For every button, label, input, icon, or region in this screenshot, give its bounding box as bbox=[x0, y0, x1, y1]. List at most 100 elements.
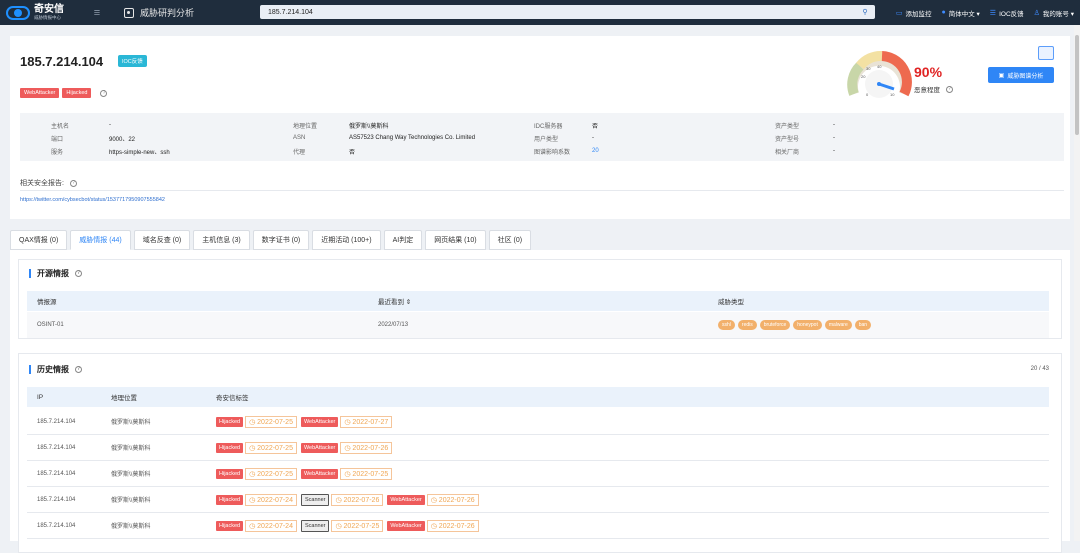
history-table-header: IP 地理位置 奇安信标签 bbox=[27, 387, 1049, 407]
tab-content: 开源情报 ? 情报源 最近看到 ⇕ 威胁类型 OSINT-01 2022/07/… bbox=[10, 250, 1070, 553]
help-icon[interactable]: ? bbox=[946, 85, 953, 93]
security-report-link[interactable]: https://twitter.com/cybsecbot/status/153… bbox=[20, 197, 165, 203]
history-tag[interactable]: Hijacked ◷ 2022-07-25 bbox=[216, 467, 297, 480]
help-icon[interactable]: ? bbox=[75, 270, 82, 277]
globe-icon: ● bbox=[941, 9, 946, 16]
threat-type-tag[interactable]: bruteforce bbox=[759, 320, 791, 330]
threat-type-tag[interactable]: redis bbox=[737, 320, 757, 330]
history-tag[interactable]: WebAttacker ◷ 2022-07-26 bbox=[387, 493, 479, 506]
tag-date: ◷ 2022-07-24 bbox=[245, 519, 297, 532]
threat-type-tag[interactable]: ban bbox=[854, 320, 872, 330]
tag-label: Hijacked bbox=[216, 416, 244, 427]
history-tag[interactable]: Scanner ◷ 2022-07-26 bbox=[300, 493, 384, 506]
threat-type-tag[interactable]: sshl bbox=[718, 320, 735, 330]
tag-label: WebAttacker bbox=[300, 468, 339, 479]
history-tag[interactable]: Hijacked ◷ 2022-07-24 bbox=[216, 493, 297, 506]
tag-date: ◷ 2022-07-25 bbox=[245, 467, 297, 480]
logo-icon bbox=[6, 5, 30, 20]
info-column: 地理位置 俄罗斯\\莫斯科 ASN AS57523 Chang Way Techno… bbox=[293, 123, 476, 156]
add-monitor-button[interactable]: ▭ 添加监控 bbox=[896, 8, 932, 18]
tag-date: ◷ 2022-07-25 bbox=[245, 441, 297, 454]
history-tag[interactable]: Hijacked ◷ 2022-07-24 bbox=[216, 519, 297, 532]
search-icon[interactable]: ⚲ bbox=[855, 5, 875, 19]
ioc-feedback-button[interactable]: ☰ IOC反馈 bbox=[990, 8, 1024, 18]
threat-type-tag[interactable]: honeypot bbox=[793, 320, 822, 330]
scrollbar[interactable] bbox=[1074, 25, 1080, 541]
tag-date-value: 2022-07-25 bbox=[257, 444, 293, 452]
tab-web-results[interactable]: 网页结果 (10) bbox=[425, 230, 486, 250]
ip-cell: 185.7.214.104 bbox=[37, 418, 76, 425]
ip-cell: 185.7.214.104 bbox=[37, 496, 76, 503]
history-tag[interactable]: WebAttacker ◷ 2022-07-27 bbox=[300, 415, 393, 428]
tag-date: ◷ 2022-07-27 bbox=[340, 415, 393, 428]
clock-icon: ◷ bbox=[249, 444, 258, 452]
tab-certificates[interactable]: 数字证书 (0) bbox=[252, 230, 310, 250]
open-intel-section: 开源情报 ? 情报源 最近看到 ⇕ 威胁类型 OSINT-01 2022/07/… bbox=[18, 259, 1062, 339]
history-counter: 20 / 43 bbox=[1030, 366, 1049, 372]
tags-cell: Hijacked ◷ 2022-07-25 WebAttacker ◷ 2022-07… bbox=[216, 467, 396, 480]
table-row: 185.7.214.104 俄罗斯\\莫斯科 Hijacked ◷ 2022-07-2… bbox=[27, 461, 1049, 487]
tag-date: ◷ 2022-07-25 bbox=[340, 467, 393, 480]
tag-webattacker[interactable]: WebAttacker bbox=[20, 88, 60, 98]
language-dropdown[interactable]: ● 简体中文 ▾ bbox=[941, 8, 979, 18]
tab-domain-reverse[interactable]: 域名反查 (0) bbox=[133, 230, 191, 250]
tag-label: Hijacked bbox=[216, 442, 244, 453]
account-dropdown[interactable]: ♙ 我的账号 ▾ bbox=[1034, 8, 1074, 18]
column-header-sortable[interactable]: 最近看到 ⇕ bbox=[378, 296, 411, 306]
threat-graph-analysis-button[interactable]: ▣ 威胁图谱分析 bbox=[988, 67, 1054, 83]
clock-icon: ◷ bbox=[249, 496, 258, 504]
history-tag[interactable]: WebAttacker ◷ 2022-07-26 bbox=[300, 441, 393, 454]
clock-icon: ◷ bbox=[335, 522, 344, 530]
gauge-tick: 10 bbox=[890, 92, 895, 97]
threat-type-cell: sshl redis bruteforce honeypot malware b… bbox=[718, 320, 874, 330]
logo[interactable]: 奇安信 威胁情报中心 bbox=[0, 0, 84, 25]
top-navigation-bar: 奇安信 威胁情报中心 ≡ 威胁研判分析 185.7.214.104 ⚲ ▭ 添加监… bbox=[0, 0, 1080, 25]
history-tag[interactable]: Hijacked ◷ 2022-07-25 bbox=[216, 441, 297, 454]
geo-cell: 俄罗斯\\莫斯科 bbox=[111, 472, 151, 478]
threat-tags: WebAttacker Hijacked ? bbox=[20, 88, 108, 98]
risk-score: 90% bbox=[914, 64, 943, 80]
tag-label: Hijacked bbox=[216, 520, 244, 531]
tab-ai-judgement[interactable]: AI判定 bbox=[383, 230, 423, 250]
table-row: 185.7.214.104 俄罗斯\\莫斯科 Hijacked ◷ 2022-07-2… bbox=[27, 435, 1049, 461]
help-icon[interactable]: ? bbox=[75, 366, 82, 373]
help-icon[interactable]: ? bbox=[69, 179, 77, 187]
tag-date-value: 2022-07-26 bbox=[438, 496, 475, 504]
tab-community[interactable]: 社区 (0) bbox=[488, 230, 532, 250]
tag-date-value: 2022-07-24 bbox=[257, 522, 293, 530]
history-tag[interactable]: WebAttacker ◷ 2022-07-26 bbox=[387, 519, 479, 532]
tab-host-info[interactable]: 主机信息 (3) bbox=[193, 230, 250, 250]
table-row: 185.7.214.104 俄罗斯\\莫斯科 Hijacked ◷ 2022-07-2… bbox=[27, 513, 1049, 539]
page-title[interactable]: 威胁研判分析 bbox=[110, 6, 240, 19]
ioc-feedback-badge[interactable]: IOC反馈 bbox=[118, 55, 147, 67]
scrollbar-thumb[interactable] bbox=[1075, 35, 1079, 135]
help-icon[interactable]: ? bbox=[100, 89, 108, 97]
tag-date-value: 2022-07-25 bbox=[343, 522, 380, 530]
tag-date-value: 2022-07-26 bbox=[343, 496, 380, 504]
ip-cell: 185.7.214.104 bbox=[37, 470, 76, 477]
menu-toggle-icon[interactable]: ≡ bbox=[84, 7, 110, 19]
geo-cell: 俄罗斯\\莫斯科 bbox=[111, 446, 151, 452]
tag-label: WebAttacker bbox=[387, 520, 425, 531]
tag-label: Hijacked bbox=[216, 494, 244, 505]
search-input[interactable]: 185.7.214.104 ⚲ bbox=[260, 5, 875, 19]
gauge-tick: 30 bbox=[866, 66, 871, 71]
history-tag[interactable]: Scanner ◷ 2022-07-25 bbox=[300, 519, 384, 532]
tab-recent-activity[interactable]: 近期活动 (100+) bbox=[312, 230, 381, 250]
tab-threat-intel[interactable]: 威胁情报 (44) bbox=[70, 230, 131, 250]
clock-icon: ◷ bbox=[249, 470, 258, 478]
history-tag[interactable]: WebAttacker ◷ 2022-07-25 bbox=[300, 467, 393, 480]
history-tag[interactable]: Hijacked ◷ 2022-07-25 bbox=[216, 415, 297, 428]
analysis-icon bbox=[124, 7, 134, 18]
gauge-tick: 20 bbox=[861, 74, 866, 79]
tag-hijacked[interactable]: Hijacked bbox=[62, 88, 92, 98]
top-right-menu: ▭ 添加监控 ● 简体中文 ▾ ☰ IOC反馈 ♙ 我的账号 ▾ bbox=[896, 0, 1074, 25]
tags-cell: Hijacked ◷ 2022-07-25 WebAttacker ◷ 2022-07… bbox=[216, 441, 396, 454]
user-icon: ♙ bbox=[1033, 9, 1040, 17]
export-icon[interactable] bbox=[1038, 46, 1054, 60]
tab-qax-intel[interactable]: QAX情报 (0) bbox=[10, 230, 68, 250]
search-value[interactable]: 185.7.214.104 bbox=[268, 9, 855, 16]
threat-type-tag[interactable]: malware bbox=[824, 320, 852, 330]
history-intel-title: 历史情报 ? bbox=[29, 364, 82, 375]
tag-label: Scanner bbox=[300, 493, 330, 506]
